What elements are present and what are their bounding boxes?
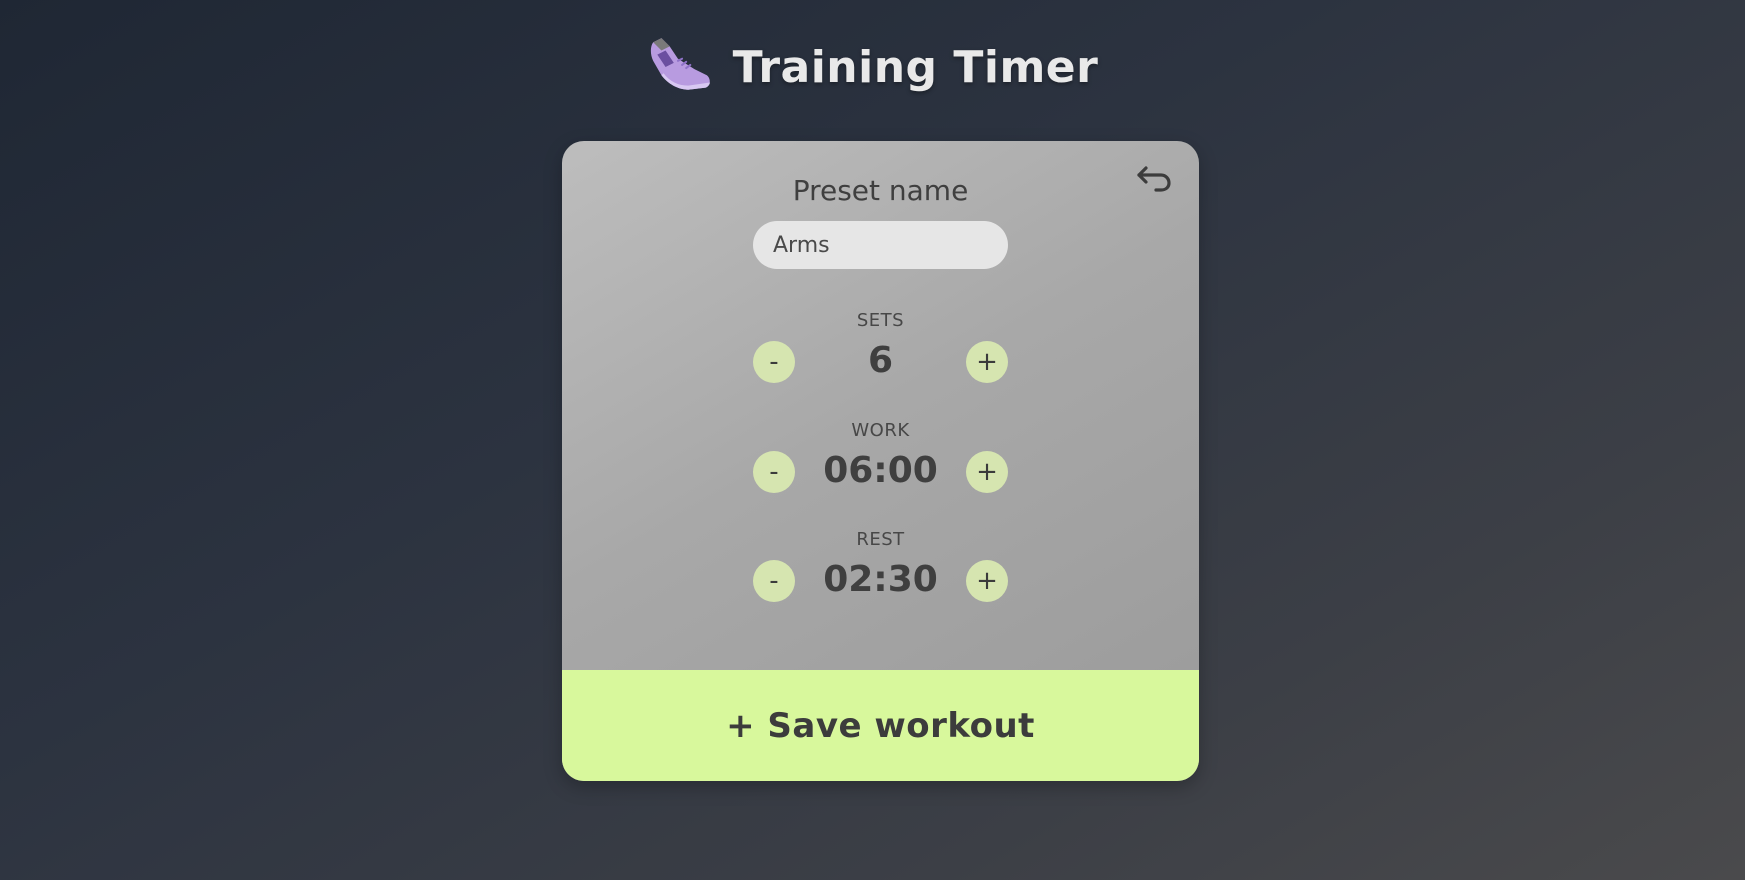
sets-value: 6: [867, 340, 894, 381]
app-header: Training Timer: [0, 32, 1745, 102]
sets-decrement-button[interactable]: -: [753, 341, 795, 383]
work-increment-button[interactable]: +: [966, 451, 1008, 493]
rest-label: REST: [856, 529, 905, 550]
sets-increment-button[interactable]: +: [966, 341, 1008, 383]
work-control: WORK - 06:00 +: [562, 420, 1199, 495]
rest-value: 02:30: [823, 559, 938, 600]
rest-control: REST - 02:30 +: [562, 529, 1199, 604]
sets-label: SETS: [856, 310, 905, 331]
work-label: WORK: [851, 420, 910, 441]
app-title: Training Timer: [732, 41, 1099, 93]
preset-editor-card: Preset name SETS - 6 + WORK - 06:00 + RE…: [562, 141, 1199, 781]
save-workout-button[interactable]: + Save workout: [562, 670, 1199, 781]
running-shoe-icon: [650, 38, 710, 90]
rest-increment-button[interactable]: +: [966, 560, 1008, 602]
rest-decrement-button[interactable]: -: [753, 560, 795, 602]
work-value: 06:00: [823, 450, 938, 491]
sets-control: SETS - 6 +: [562, 310, 1199, 385]
preset-name-input[interactable]: [753, 221, 1008, 269]
preset-name-label: Preset name: [792, 174, 969, 207]
work-decrement-button[interactable]: -: [753, 451, 795, 493]
